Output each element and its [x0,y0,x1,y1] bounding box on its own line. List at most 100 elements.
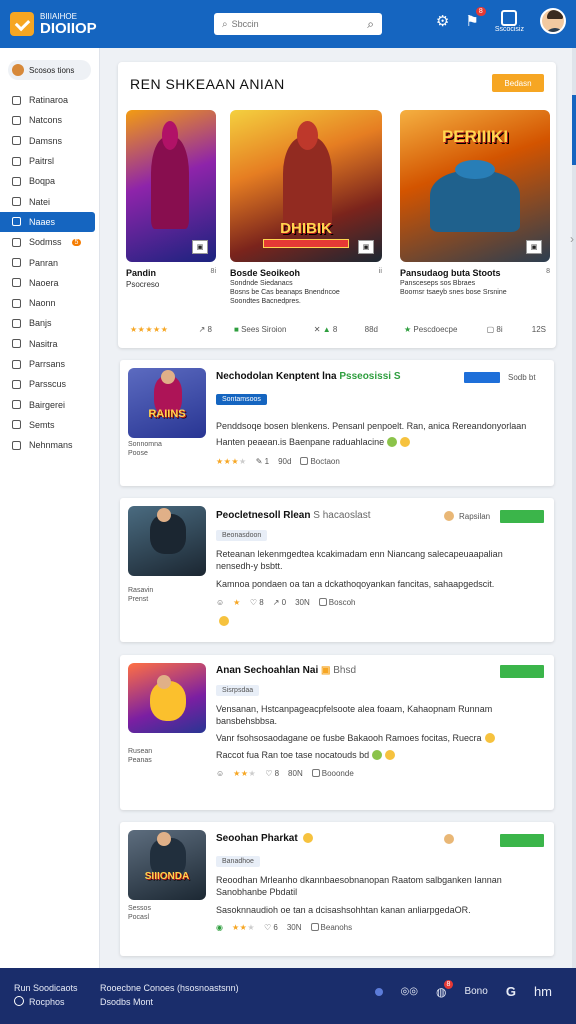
share-icon[interactable]: ↗ 8 [199,325,212,334]
sidebar-item[interactable]: Naoera [0,273,99,293]
rating-stars: ★★★ [233,769,257,778]
share-icon[interactable]: ✕ ▲ 8 [314,325,338,334]
nav-icon [12,400,21,410]
sidebar-item[interactable]: Ratinaroa [0,90,99,110]
sidebar-profile[interactable]: Scosos tions [8,60,91,80]
nav-icon [12,217,21,227]
sidebar-item[interactable]: Parrsans [0,354,99,374]
footer-label[interactable]: hm [534,984,552,999]
nav-icon [12,440,21,450]
nav-icon [12,278,21,288]
game-thumbnail[interactable]: RAIINS [128,368,206,438]
emoji-icon [303,833,314,843]
item-description: Reteanan lekenmgedtea kcakimadam enn Nia… [216,549,503,572]
nav-icon [12,176,21,186]
play-button[interactable] [500,834,544,847]
smile-icon[interactable]: ☺ [216,598,224,607]
comment-icon[interactable]: ▢ 8i [487,325,503,334]
sidebar-item[interactable]: Paitrsl [0,151,99,171]
sidebar-item[interactable]: Sodmss 5 [0,232,99,252]
bookmark-button[interactable]: Boctaon [300,457,340,466]
user-menu[interactable]: Sscocisiz [495,9,524,33]
game-title: Bosde Seoikeoh [230,268,301,278]
like-icon[interactable]: ♡ 8 [265,769,279,778]
settings-icon[interactable]: ⚙ [436,12,449,30]
featured-button[interactable]: Bedasn [492,74,544,92]
emoji-icon [219,616,229,626]
avatar[interactable] [540,8,566,34]
search-submit-icon[interactable]: ⌕ [367,17,374,32]
play-button[interactable] [500,665,544,678]
sidebar-item[interactable]: Natei [0,191,99,211]
item-label: Rapsilan [459,512,491,521]
sidebar-item[interactable]: Nasitra [0,334,99,354]
game-art-title: PERIIIKI [441,127,509,146]
play-button[interactable] [500,510,544,523]
nav-icon [12,136,21,146]
item-tag[interactable]: Sisrpsdaa [216,685,260,696]
avatar-icon [444,834,454,844]
chat-icon[interactable]: ◍ 8 [436,979,454,999]
follow-button[interactable] [464,372,500,383]
logo-icon [10,12,34,36]
bookmark-button[interactable]: Beanohs [310,923,352,932]
list-item[interactable]: Rusean Peanas Anan Sechoahlan Nai ▣ Bhsd … [120,655,554,810]
bookmark-button[interactable]: Boscoh [318,598,355,607]
nav-icon [12,420,21,430]
nav-icon [12,359,21,369]
rating-stars: ★★★★ [216,457,247,466]
sidebar-item[interactable]: Naonn [0,293,99,313]
scrollbar-thumb[interactable] [572,95,576,165]
footer-link[interactable]: Run Soodicaots [14,982,78,996]
sidebar-item-active[interactable]: Naaes [0,211,95,233]
g-icon[interactable]: G [506,984,516,999]
sidebar-item[interactable]: Bairgerei [0,394,99,414]
like-icon[interactable]: ♡ 8 [250,598,264,607]
sidebar-item[interactable]: Boqpa [0,171,99,191]
sidebar-item[interactable]: Damsns [0,131,99,151]
app-logo[interactable]: BIIIAIHOE DIOIIOP [10,12,97,36]
game-thumbnail[interactable] [128,663,206,733]
item-tag[interactable]: Sontamsoos [216,394,267,405]
game-thumbnail[interactable] [128,506,206,576]
nav-icon [12,115,21,125]
sidebar-item[interactable]: Natcons [0,110,99,130]
sidebar-item[interactable]: Panran [0,252,99,272]
sidebar: Scosos tions Ratinaroa Natcons Damsns Pa… [0,48,100,968]
footer-label[interactable]: Bono [464,986,487,997]
globe-icon[interactable] [374,987,383,996]
sidebar-item[interactable]: Parsscus [0,374,99,394]
share-icon[interactable]: ↗ 0 [273,598,286,607]
footer-link[interactable]: Rocphos [29,997,65,1007]
scrollbar[interactable] [572,48,576,968]
notification-badge: 8 [475,7,486,16]
sidebar-item[interactable]: Banjs [0,313,99,333]
profile-label: Scosos tions [29,65,75,75]
featured-card[interactable]: DHIBIK ▣ Bosde Seoikeoh ii Sondnde Siedan… [226,106,386,342]
sidebar-item[interactable]: Semts [0,415,99,435]
sidebar-item[interactable]: Nehnmans [0,435,99,455]
emoji-icon [484,733,495,743]
featured-card[interactable]: ▣ Pandin 8i Psocreso ★★★★★ ↗ 8 [122,106,220,342]
smile-icon[interactable]: ☺ [216,769,224,778]
item-tag[interactable]: Beonasdoon [216,530,268,541]
item-tag[interactable]: Banadhoe [216,856,260,867]
platform-icon: ▣ [358,240,374,254]
list-item[interactable]: SIIIONDA Sessos Pocasl Seoohan Pharkat Ba… [120,822,554,956]
featured-card[interactable]: PERIIIKI ▣ Pansudaog buta Stoots 8 Pansce… [396,106,554,342]
logo-name: DIOIIOP [40,19,97,37]
search-input[interactable] [227,19,368,29]
like-icon[interactable]: ♡ 6 [264,923,278,932]
list-item[interactable]: Rasavin Prenst Peocletnesoll Rlean S haca… [120,498,554,642]
game-title: Pansudaog buta Stoots [400,268,501,278]
user-icon [501,9,518,26]
search-box[interactable]: ⌕ ⌕ [214,13,382,35]
item-description: Penddsoqe bosen blenkens. Pensanl penpoe… [216,421,527,431]
list-item[interactable]: RAIINS Sonnomna Poose Nechodolan Kenptent… [120,360,554,486]
chevron-right-icon[interactable]: › [570,232,574,246]
game-thumbnail[interactable]: SIIIONDA [128,830,206,900]
bookmark-button[interactable]: Booonde [311,769,354,778]
eye-icon[interactable]: ◎◎ [401,986,418,997]
comment-icon[interactable]: ✎ 1 [256,457,269,466]
notification-icon[interactable]: ⚑ 8 [465,7,486,30]
